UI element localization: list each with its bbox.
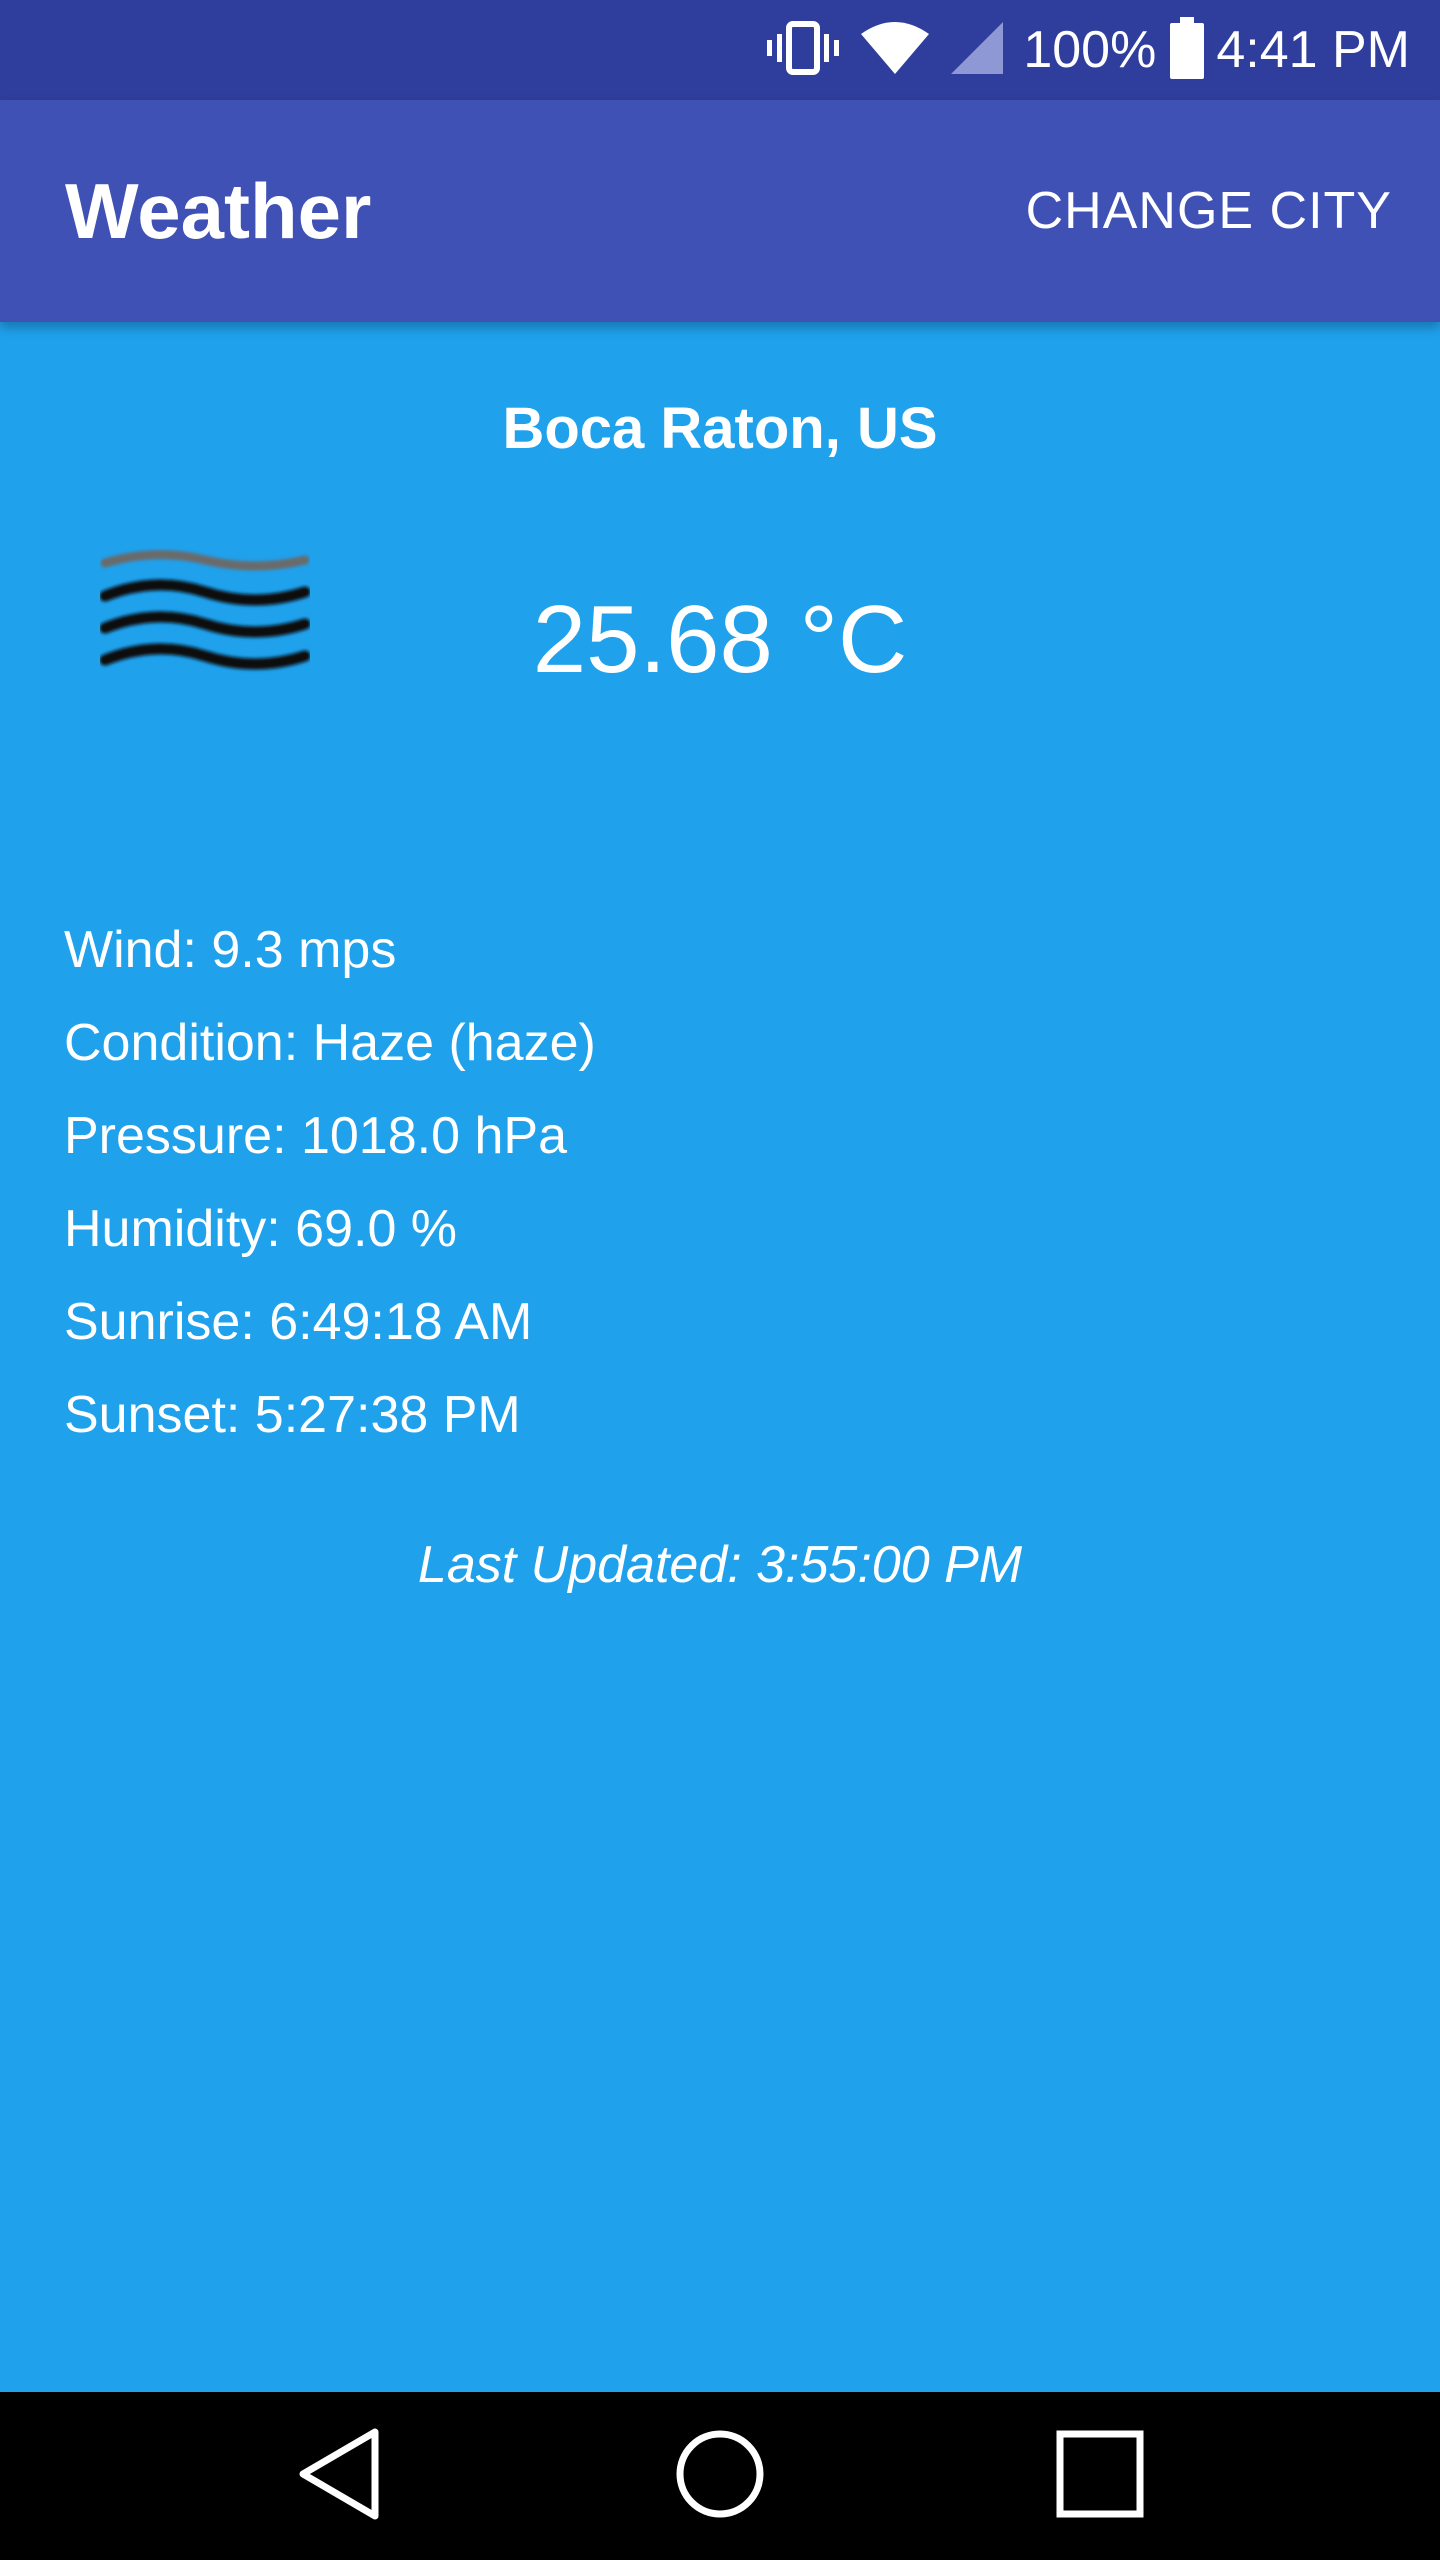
vibrate-icon: [763, 18, 843, 83]
recents-button[interactable]: [1016, 2392, 1184, 2560]
home-icon: [673, 2427, 767, 2526]
last-updated: Last Updated: 3:55:00 PM: [417, 1536, 1023, 1594]
sunset-detail: Sunset: 5:27:38 PM: [64, 1386, 521, 1444]
back-button[interactable]: [256, 2392, 424, 2560]
sunrise-detail: Sunrise: 6:49:18 AM: [64, 1293, 533, 1351]
status-clock: 4:41 PM: [1216, 21, 1410, 79]
condition-detail: Condition: Haze (haze): [64, 1014, 596, 1072]
temperature: 25.68 °C: [532, 586, 908, 693]
status-icons: 100% 4:41 PM: [763, 0, 1410, 100]
change-city-button[interactable]: CHANGE CITY: [1026, 100, 1392, 322]
status-bar: 100% 4:41 PM: [0, 0, 1440, 100]
pressure-detail: Pressure: 1018.0 hPa: [64, 1107, 567, 1165]
battery-percent: 100%: [1023, 21, 1157, 79]
home-button[interactable]: [636, 2392, 804, 2560]
back-icon: [295, 2426, 385, 2527]
cell-signal-icon: [947, 18, 1007, 83]
app-title: Weather: [65, 167, 372, 255]
navigation-bar: [0, 2392, 1440, 2560]
app-bar: Weather CHANGE CITY: [0, 100, 1440, 322]
humidity-detail: Humidity: 69.0 %: [64, 1200, 458, 1258]
weather-screen: 100% 4:41 PM Weather CHANGE CITY Boca Ra…: [0, 0, 1440, 2560]
city-name: Boca Raton, US: [502, 396, 938, 461]
recents-icon: [1055, 2429, 1145, 2524]
battery-icon: [1170, 16, 1205, 84]
weather-details: Wind: 9.3 mps Condition: Haze (haze) Pre…: [64, 915, 596, 1473]
wind-detail: Wind: 9.3 mps: [64, 921, 397, 979]
wifi-icon: [859, 18, 931, 83]
